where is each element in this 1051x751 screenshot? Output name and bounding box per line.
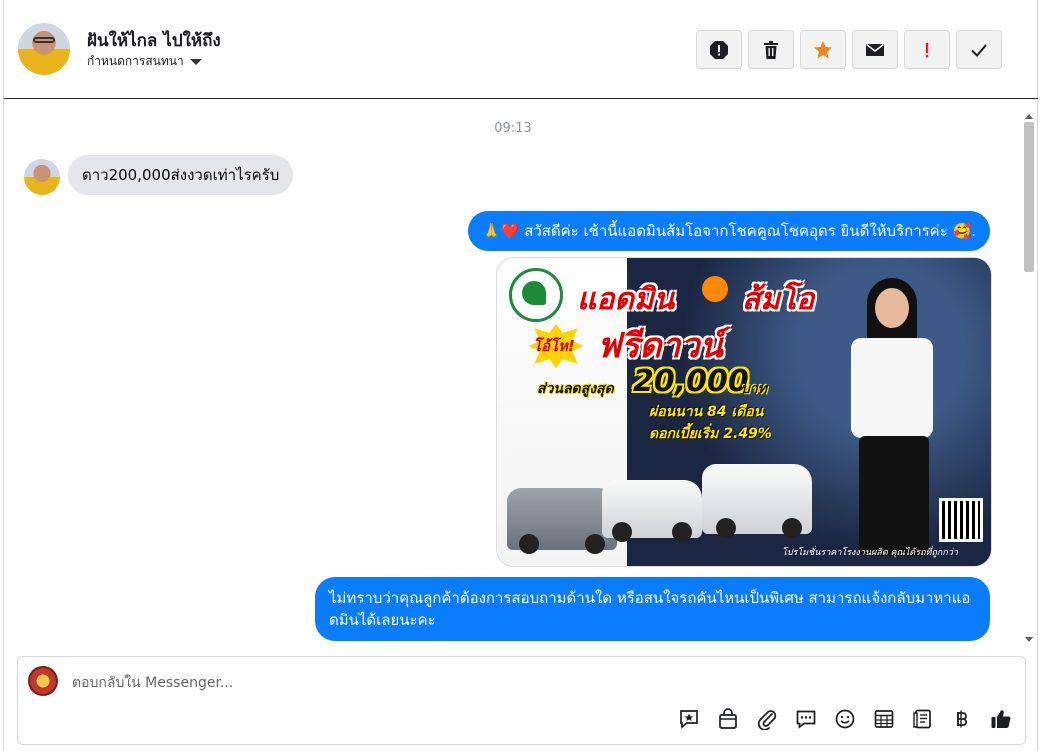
emoji-button[interactable] — [833, 707, 857, 731]
assign-conversation-dropdown[interactable]: กำหนดการสนทนา — [87, 52, 202, 71]
thumbs-up-icon — [991, 710, 1011, 728]
report-spam-button[interactable] — [696, 30, 742, 69]
shop-bag-icon — [719, 708, 737, 729]
envelope-icon — [866, 43, 884, 56]
promo-footer: โปรโมชั่นราคาโรงงานผลิต คุณได้รถที่ถูกกว… — [782, 548, 958, 558]
scroll-thumb[interactable] — [1024, 122, 1034, 272]
scroll-down-arrow-icon[interactable] — [1025, 637, 1033, 642]
conversation-header: ฝันให้ไกล ไปให้ถึง กำหนดการสนทนา — [4, 0, 1038, 99]
dealer-logo — [509, 268, 563, 322]
delete-button[interactable] — [748, 30, 794, 69]
contact-avatar[interactable] — [18, 23, 70, 75]
outgoing-message-greeting[interactable]: 🙏❤️ สวัสดีค่ะ เช้านี้แอดมินส้มโอจากโชคคู… — [468, 211, 990, 251]
promo-interest: ดอกเบี้ยเริ่ม 2.49% — [649, 426, 772, 442]
emoji-icon — [835, 709, 855, 729]
sender-avatar[interactable] — [24, 159, 60, 195]
contact-name[interactable]: ฝันให้ไกล ไปให้ถึง — [87, 27, 221, 54]
car-sedan — [507, 488, 617, 554]
mark-unread-button[interactable] — [852, 30, 898, 69]
model-photo — [837, 278, 947, 566]
reply-composer — [17, 656, 1026, 745]
composer-toolbar — [677, 707, 1013, 731]
calendar-grid-icon — [874, 710, 894, 728]
notes-button[interactable] — [911, 707, 935, 731]
appointment-button[interactable] — [872, 707, 896, 731]
scroll-up-arrow-icon[interactable] — [1025, 114, 1033, 119]
chat-bubble-icon — [796, 710, 816, 729]
notes-icon — [913, 709, 931, 729]
promo-brand: ส้มโอ — [742, 282, 815, 317]
mark-done-button[interactable] — [956, 30, 1002, 69]
thread-scrollbar[interactable] — [1022, 114, 1036, 642]
chat-button[interactable] — [794, 707, 818, 731]
promo-discount-value: 20,000 — [633, 364, 749, 399]
car-pickup — [602, 480, 702, 542]
promo-baht: บาท — [741, 381, 767, 397]
like-button[interactable] — [989, 707, 1013, 731]
promo-title: แอดมิน — [577, 282, 675, 317]
assign-label: กำหนดการสนทนา — [87, 54, 184, 68]
baht-icon — [957, 710, 967, 728]
outgoing-message-question[interactable]: ไม่ทราบว่าคุณลูกค้าต้องการสอบถามด้านใด ห… — [315, 577, 990, 641]
saved-reply-button[interactable] — [677, 707, 701, 731]
attachment-icon — [757, 710, 777, 730]
promo-image[interactable]: แอดมิน ส้มโอ โอ้โห! ฟรีดาวน์ ส่วนลดสูงสุ… — [496, 257, 992, 567]
promo-giveaway: โอ้โห! — [533, 337, 575, 355]
follow-up-button[interactable] — [904, 30, 950, 69]
trash-icon — [764, 40, 778, 59]
orange-fruit-icon — [702, 276, 728, 302]
check-icon — [971, 43, 987, 57]
shop-button[interactable] — [716, 707, 740, 731]
report-spam-icon — [710, 40, 728, 59]
incoming-message[interactable]: ดาว200,000ส่งงวดเท่าไรครับ — [68, 155, 294, 195]
payment-button[interactable] — [950, 707, 974, 731]
car-pickup-cage — [702, 464, 812, 538]
star-icon — [814, 40, 832, 58]
attach-button[interactable] — [755, 707, 779, 731]
caret-down-icon — [189, 58, 202, 65]
promo-installment: ผ่อนนาน 84 เดือน — [649, 404, 764, 420]
header-actions — [696, 30, 1002, 69]
reply-input[interactable] — [70, 671, 674, 695]
page-avatar — [28, 666, 58, 696]
saved-reply-icon — [680, 710, 698, 729]
message-thread[interactable]: 09:13 ดาว200,000ส่งงวดเท่าไรครับ 🙏❤️ สวั… — [4, 100, 1022, 648]
qr-code — [939, 498, 983, 542]
message-timestamp: 09:13 — [494, 121, 532, 136]
exclamation-icon — [925, 42, 929, 57]
promo-discount-label: ส่วนลดสูงสุด — [537, 381, 614, 397]
star-button[interactable] — [800, 30, 846, 69]
